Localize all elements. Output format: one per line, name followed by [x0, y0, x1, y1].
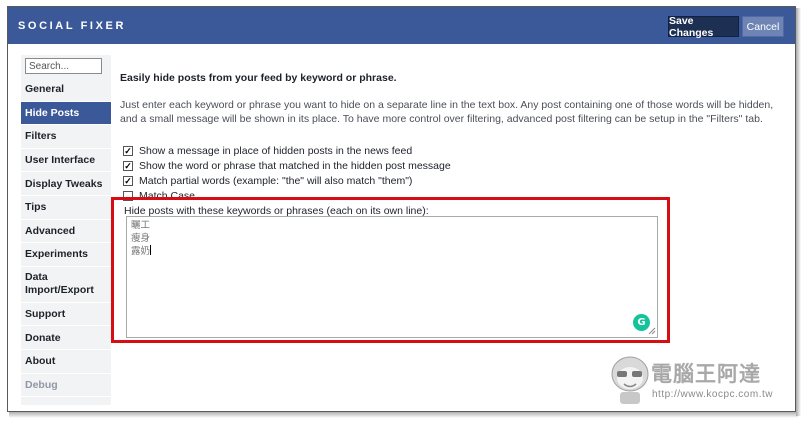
sidebar-item-debug[interactable]: Debug: [21, 374, 111, 398]
sidebar-item-label: Debug: [25, 378, 58, 391]
cancel-button[interactable]: Cancel: [742, 16, 784, 37]
window-shadow: [796, 8, 801, 416]
option-label: Show the word or phrase that matched in …: [139, 160, 451, 172]
sidebar-item-label: Tips: [25, 201, 47, 214]
sidebar-item-experiments[interactable]: Experiments: [21, 243, 111, 267]
sidebar-item-label: User Interface: [25, 154, 96, 167]
watermark: 電腦王阿達 http://www.kocpc.com.tw: [608, 354, 788, 409]
checkbox-checked-icon[interactable]: ✓: [123, 146, 133, 156]
sidebar-item-label: Support: [25, 308, 66, 321]
sidebar-item-data-import-export[interactable]: Data Import/Export: [21, 267, 111, 303]
search-input[interactable]: [25, 58, 102, 74]
sidebar-item-support[interactable]: Support: [21, 303, 111, 327]
sidebar-item-label: General: [25, 83, 65, 96]
sidebar-item-display-tweaks[interactable]: Display Tweaks: [21, 172, 111, 196]
panel-heading: Easily hide posts from your feed by keyw…: [120, 72, 397, 84]
sidebar: General Hide Posts Filters User Interfac…: [21, 55, 111, 405]
sidebar-item-label: Filters: [25, 130, 57, 143]
sidebar-item-advanced[interactable]: Advanced: [21, 220, 111, 244]
app-logo: SOCIAL FIXER: [18, 20, 127, 32]
option-show-matched-word[interactable]: ✓ Show the word or phrase that matched i…: [123, 160, 451, 172]
sidebar-item-donate[interactable]: Donate: [21, 326, 111, 350]
sidebar-item-label: Data: [25, 271, 48, 284]
checkbox-checked-icon[interactable]: ✓: [123, 176, 133, 186]
panel-description: Just enter each keyword or phrase you wa…: [120, 99, 774, 125]
sidebar-item-label: Import/Export: [25, 284, 94, 297]
save-changes-button[interactable]: Save Changes: [668, 15, 739, 39]
sidebar-item-label: Donate: [25, 331, 61, 344]
sidebar-item-label: Hide Posts: [25, 106, 80, 119]
watermark-url: http://www.kocpc.com.tw: [652, 389, 773, 400]
option-label: Show a message in place of hidden posts …: [139, 145, 413, 157]
title-bar: SOCIAL FIXER Save Changes Cancel: [8, 7, 795, 44]
checkbox-checked-icon[interactable]: ✓: [123, 161, 133, 171]
sidebar-item-general[interactable]: General: [21, 78, 111, 102]
sidebar-item-hide-posts[interactable]: Hide Posts: [21, 101, 111, 126]
sidebar-item-user-interface[interactable]: User Interface: [21, 149, 111, 173]
watermark-text: 電腦王阿達: [651, 362, 761, 386]
sidebar-item-about[interactable]: About: [21, 350, 111, 374]
sidebar-nav: General Hide Posts Filters User Interfac…: [21, 78, 111, 398]
sidebar-item-filters[interactable]: Filters: [21, 125, 111, 149]
option-show-message[interactable]: ✓ Show a message in place of hidden post…: [123, 145, 412, 157]
option-match-partial-words[interactable]: ✓ Match partial words (example: "the" wi…: [123, 175, 412, 187]
sidebar-item-label: About: [25, 355, 56, 368]
window-shadow: [9, 412, 798, 418]
annotation-highlight-box: [111, 197, 670, 343]
sidebar-item-label: Advanced: [25, 224, 76, 237]
mascot-icon: [611, 356, 649, 404]
option-label: Match partial words (example: "the" will…: [139, 175, 413, 187]
sidebar-item-tips[interactable]: Tips: [21, 196, 111, 220]
sidebar-item-label: Experiments: [25, 248, 89, 261]
sidebar-item-label: Display Tweaks: [25, 177, 103, 190]
